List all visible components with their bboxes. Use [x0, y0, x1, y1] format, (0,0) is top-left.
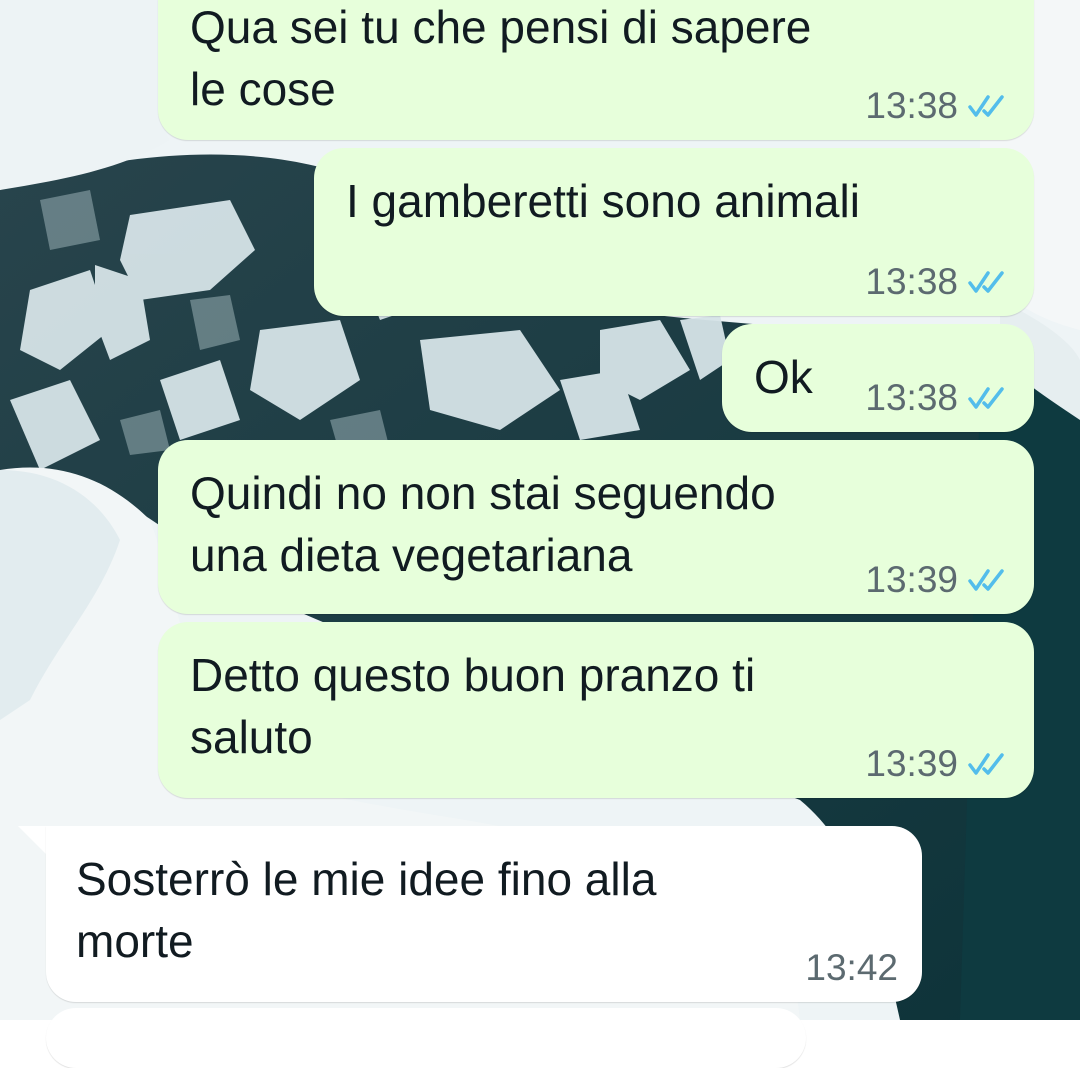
- message-meta: 13:38: [865, 86, 1012, 126]
- message-meta: 13:38: [865, 262, 1012, 302]
- double-check-icon: [968, 95, 1004, 117]
- message-meta: 13:39: [865, 744, 1012, 784]
- message-time: 13:39: [865, 743, 958, 784]
- message-bubble-outgoing[interactable]: Qua sei tu che pensi di sapere le cose 1…: [158, 0, 1034, 140]
- message-text: Ok: [754, 351, 813, 403]
- message-bubble-outgoing[interactable]: Quindi no non stai seguendo una dieta ve…: [158, 440, 1034, 614]
- double-check-icon: [968, 271, 1004, 293]
- message-time: 13:38: [865, 377, 958, 418]
- message-meta: 13:42: [805, 948, 898, 988]
- message-text: Qua sei tu che pensi di sapere le cose: [190, 1, 812, 115]
- double-check-icon: [968, 753, 1004, 775]
- double-check-icon: [968, 387, 1004, 409]
- message-text: I gamberetti sono animali: [346, 175, 860, 227]
- message-meta: 13:39: [865, 560, 1012, 600]
- message-time: 13:38: [865, 261, 958, 302]
- message-bubble-outgoing[interactable]: I gamberetti sono animali 13:38: [314, 148, 1034, 316]
- message-bubble-outgoing[interactable]: Detto questo buon pranzo ti saluto 13:39: [158, 622, 1034, 798]
- message-meta: 13:38: [865, 378, 1012, 418]
- message-text: Sosterrò le mie idee fino alla morte: [76, 853, 657, 967]
- message-bubble-incoming-partial[interactable]: [46, 1008, 806, 1068]
- message-bubble-outgoing[interactable]: Ok 13:38: [722, 324, 1034, 432]
- message-text: Detto questo buon pranzo ti saluto: [190, 649, 756, 763]
- message-bubble-incoming[interactable]: Sosterrò le mie idee fino alla morte 13:…: [46, 826, 922, 1002]
- message-time: 13:38: [865, 85, 958, 126]
- message-text: Quindi no non stai seguendo una dieta ve…: [190, 467, 776, 581]
- message-time: 13:42: [805, 947, 898, 988]
- message-time: 13:39: [865, 559, 958, 600]
- double-check-icon: [968, 569, 1004, 591]
